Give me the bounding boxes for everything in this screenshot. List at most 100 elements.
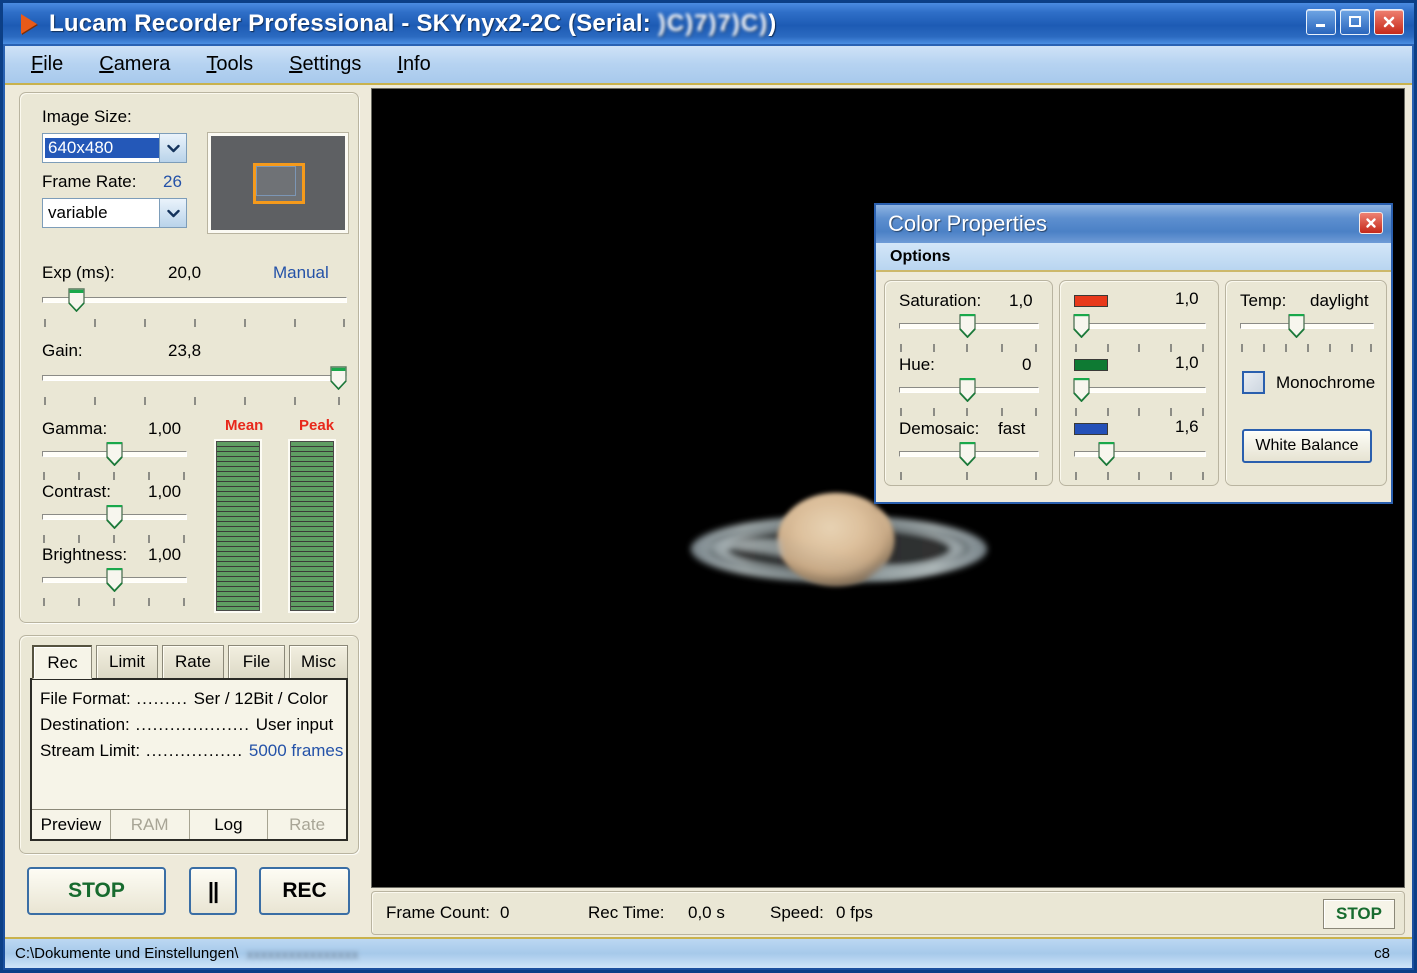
file-format-label: File Format: bbox=[40, 689, 131, 708]
menu-item-tools[interactable]: Tools bbox=[206, 53, 253, 76]
exposure-slider-thumb[interactable] bbox=[68, 288, 85, 313]
color-dialog-body: Saturation: 1,0 Hue: 0 Demosaic: fast 1,… bbox=[876, 274, 1391, 502]
image-size-label: Image Size: bbox=[42, 107, 132, 126]
color-dialog-title-bar[interactable]: Color Properties bbox=[876, 205, 1391, 243]
slider-thumb-icon bbox=[68, 288, 85, 313]
frame-rate-dropdown-button[interactable] bbox=[159, 199, 186, 227]
green-value: 1,0 bbox=[1175, 353, 1199, 372]
contrast-slider[interactable] bbox=[42, 504, 187, 530]
gain-slider[interactable] bbox=[42, 366, 347, 391]
menu-bar: File Camera Tools Settings Info bbox=[5, 46, 1412, 85]
gamma-slider-ticks bbox=[42, 472, 187, 482]
temp-slider-track bbox=[1240, 323, 1374, 329]
slider-thumb-icon bbox=[959, 377, 976, 403]
peak-meter-bar bbox=[290, 441, 334, 611]
gamma-value: 1,00 bbox=[148, 419, 182, 438]
stream-limit-value: 5000 frames bbox=[248, 741, 344, 760]
slider-thumb-icon bbox=[106, 504, 123, 530]
destination-value: User input bbox=[255, 715, 334, 734]
contrast-slider-thumb[interactable] bbox=[106, 504, 123, 530]
title-bar[interactable]: Lucam Recorder Professional - SKYnyx2-2C… bbox=[3, 3, 1414, 44]
stop-button[interactable]: STOP bbox=[27, 867, 166, 915]
gamma-slider-thumb[interactable] bbox=[106, 441, 123, 467]
brightness-slider[interactable] bbox=[42, 567, 187, 593]
frame-count-value: 0 bbox=[500, 903, 510, 922]
window-title-prefix: Lucam Recorder Professional - SKYnyx2-2C… bbox=[49, 9, 651, 37]
pause-button[interactable]: || bbox=[189, 867, 237, 915]
rate-button: Rate bbox=[289, 814, 326, 834]
saturation-slider-ticks bbox=[899, 344, 1039, 354]
exposure-slider[interactable] bbox=[42, 288, 347, 313]
stream-limit-label: Stream Limit: bbox=[40, 741, 141, 760]
preview-button[interactable]: Preview bbox=[32, 810, 111, 839]
tab-file[interactable]: File bbox=[228, 645, 285, 679]
color-dialog-close-button[interactable] bbox=[1359, 212, 1383, 234]
blue-slider[interactable] bbox=[1074, 441, 1206, 467]
demosaic-slider[interactable] bbox=[899, 441, 1039, 467]
roi-rectangle[interactable] bbox=[253, 163, 305, 204]
window-controls bbox=[1306, 9, 1404, 35]
menu-item-info[interactable]: Info bbox=[397, 53, 430, 76]
image-size-dropdown-button[interactable] bbox=[159, 134, 186, 162]
tab-rec[interactable]: Rec bbox=[32, 645, 92, 679]
blue-value: 1,6 bbox=[1175, 417, 1199, 436]
slider-thumb-icon bbox=[1288, 313, 1305, 339]
tab-limit[interactable]: Limit bbox=[96, 645, 158, 679]
green-slider[interactable] bbox=[1073, 377, 1206, 403]
video-status-bar: Frame Count: 0 Rec Time: 0,0 s Speed: 0 … bbox=[371, 891, 1405, 935]
client-area: Image Size: 640x480 Frame Rate: 26 varia… bbox=[5, 85, 1412, 937]
frame-rate-label: Frame Rate: bbox=[42, 172, 137, 191]
tab-rate[interactable]: Rate bbox=[162, 645, 224, 679]
red-slider-thumb[interactable] bbox=[1073, 313, 1090, 339]
saturation-slider[interactable] bbox=[899, 313, 1039, 339]
contrast-value: 1,00 bbox=[148, 482, 182, 501]
demosaic-slider-ticks bbox=[899, 472, 1039, 482]
white-balance-button[interactable]: White Balance bbox=[1242, 429, 1372, 463]
blue-slider-thumb[interactable] bbox=[1098, 441, 1115, 467]
brightness-slider-thumb[interactable] bbox=[106, 567, 123, 593]
log-button[interactable]: Log bbox=[190, 810, 269, 839]
saturation-value: 1,0 bbox=[1009, 291, 1033, 310]
chevron-down-icon bbox=[166, 144, 180, 152]
rec-button[interactable]: REC bbox=[259, 867, 350, 915]
rec-info-box: File Format: ......... Ser / 12Bit / Col… bbox=[30, 678, 348, 841]
image-size-combobox[interactable]: 640x480 bbox=[42, 133, 187, 163]
destination-label: Destination: bbox=[40, 715, 130, 734]
left-control-column: Image Size: 640x480 Frame Rate: 26 varia… bbox=[13, 89, 365, 935]
red-slider[interactable] bbox=[1073, 313, 1206, 339]
hue-slider-thumb[interactable] bbox=[959, 377, 976, 403]
status-bar: C:\Dokumente und Einstellungen\ xxxxxxxx… bbox=[5, 937, 1412, 968]
monochrome-checkbox[interactable] bbox=[1242, 371, 1265, 394]
hue-slider[interactable] bbox=[899, 377, 1039, 403]
saturation-slider-thumb[interactable] bbox=[959, 313, 976, 339]
temp-slider[interactable] bbox=[1240, 313, 1374, 339]
gamma-slider[interactable] bbox=[42, 441, 187, 467]
temp-slider-thumb[interactable] bbox=[1288, 313, 1305, 339]
close-button[interactable] bbox=[1374, 9, 1404, 35]
menu-item-file[interactable]: File bbox=[31, 53, 63, 76]
video-stop-button[interactable]: STOP bbox=[1323, 899, 1395, 929]
green-slider-track bbox=[1074, 387, 1206, 393]
demosaic-label: Demosaic: bbox=[899, 419, 980, 438]
roi-preview-thumbnail[interactable] bbox=[208, 133, 348, 233]
camera-settings-group: Image Size: 640x480 Frame Rate: 26 varia… bbox=[19, 92, 359, 623]
close-icon bbox=[1366, 218, 1376, 228]
green-channel-swatch bbox=[1074, 359, 1108, 371]
menu-item-camera[interactable]: Camera bbox=[99, 53, 170, 76]
menu-item-settings[interactable]: Settings bbox=[289, 53, 361, 76]
color-dialog-options-menu[interactable]: Options bbox=[890, 248, 950, 266]
green-slider-thumb[interactable] bbox=[1073, 377, 1090, 403]
rec-time-label: Rec Time: bbox=[588, 903, 665, 922]
stream-limit-dots: ................. bbox=[140, 741, 249, 760]
maximize-icon bbox=[1349, 16, 1361, 27]
speed-value: 0 fps bbox=[836, 903, 873, 922]
demosaic-slider-thumb[interactable] bbox=[959, 441, 976, 467]
minimize-button[interactable] bbox=[1306, 9, 1336, 35]
hue-label: Hue: bbox=[899, 355, 935, 374]
gain-slider-thumb[interactable] bbox=[330, 366, 347, 391]
tab-misc[interactable]: Misc bbox=[289, 645, 348, 679]
color-properties-dialog[interactable]: Color Properties Options Saturation: 1,0 bbox=[874, 203, 1393, 504]
maximize-button[interactable] bbox=[1340, 9, 1370, 35]
window-title-serial: )C)7)7)C) bbox=[657, 9, 769, 37]
frame-rate-combobox[interactable]: variable bbox=[42, 198, 187, 228]
